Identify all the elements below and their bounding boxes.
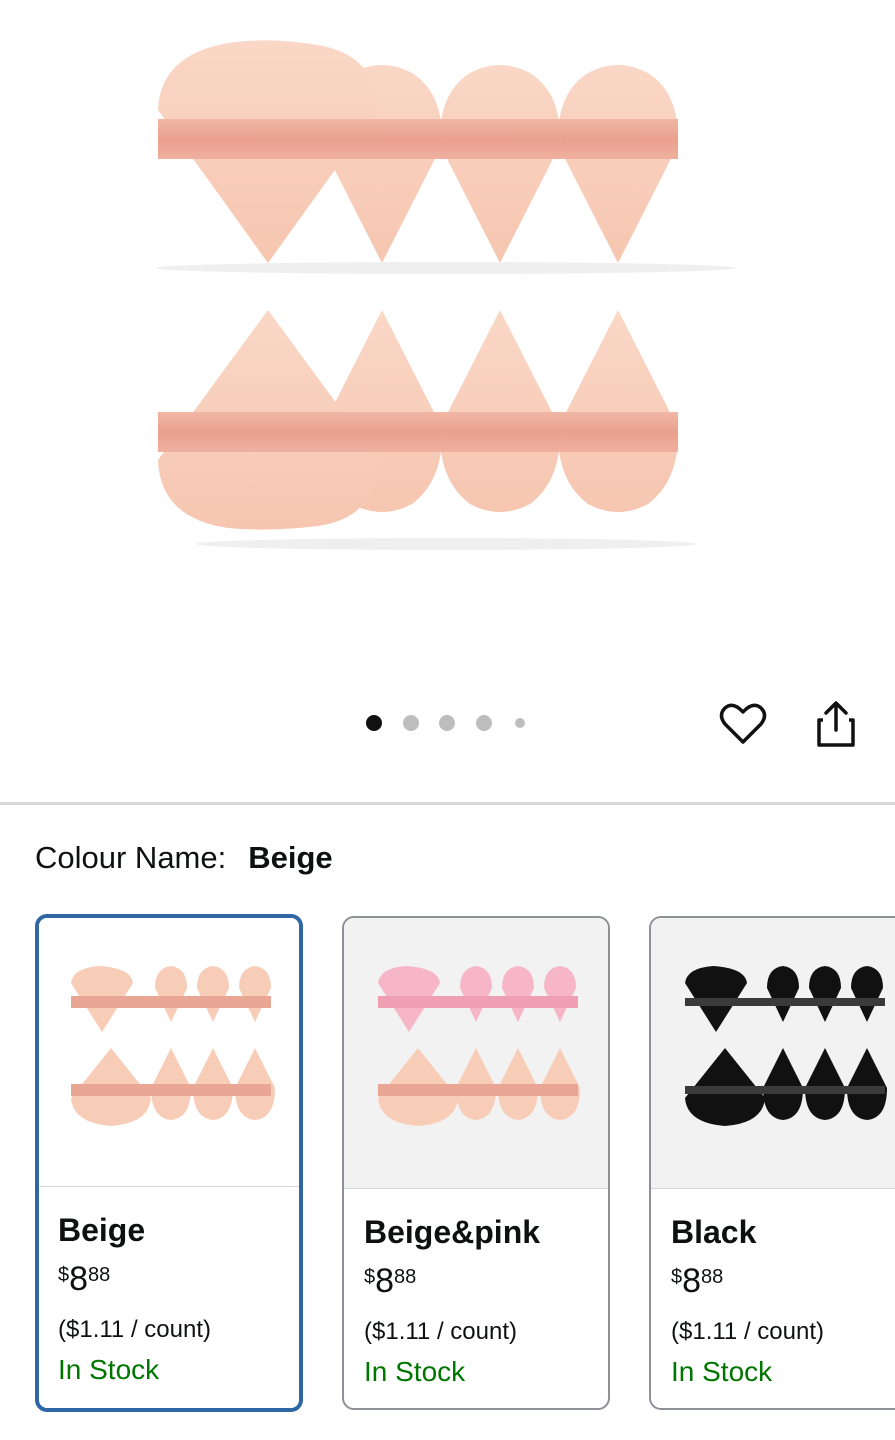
price-currency: $ xyxy=(671,1266,683,1288)
option-price: $888 xyxy=(58,1260,110,1299)
price-fraction: 88 xyxy=(394,1266,417,1288)
carousel-dot-1[interactable] xyxy=(366,715,382,731)
price-whole: 8 xyxy=(682,1262,702,1300)
colour-options-carousel[interactable]: Beige $888 ($1.11 / count) In Stock Beig… xyxy=(0,914,895,1414)
section-divider xyxy=(0,802,895,805)
variation-selected-value: Beige xyxy=(248,840,333,875)
carousel-dot-3[interactable] xyxy=(439,715,455,731)
option-unit-price: ($1.11 / count) xyxy=(364,1318,517,1345)
option-unit-price: ($1.11 / count) xyxy=(671,1318,824,1345)
option-availability: In Stock xyxy=(671,1356,773,1387)
bottom-row-puffs xyxy=(158,310,696,550)
share-icon xyxy=(817,701,855,747)
carousel-dot-2[interactable] xyxy=(403,715,419,731)
option-availability: In Stock xyxy=(58,1354,160,1385)
option-price: $888 xyxy=(671,1262,723,1301)
option-price: $888 xyxy=(364,1262,416,1301)
share-button[interactable] xyxy=(810,698,862,750)
option-name: Beige xyxy=(58,1212,146,1248)
option-thumbnail xyxy=(39,918,299,1187)
powder-puff-illustration xyxy=(156,40,736,550)
price-fraction: 88 xyxy=(701,1266,724,1288)
variation-header: Colour Name: Beige xyxy=(35,838,333,878)
colour-option-beige-pink[interactable]: Beige&pink $888 ($1.11 / count) In Stock xyxy=(342,916,610,1410)
variation-label: Colour Name: xyxy=(35,840,227,875)
option-name: Beige&pink xyxy=(364,1214,541,1250)
price-whole: 8 xyxy=(375,1262,395,1300)
carousel-dot-4[interactable] xyxy=(476,715,492,731)
colour-option-beige[interactable]: Beige $888 ($1.11 / count) In Stock xyxy=(35,914,303,1412)
add-to-list-button[interactable] xyxy=(717,698,769,750)
product-image[interactable] xyxy=(0,0,895,680)
option-unit-price: ($1.11 / count) xyxy=(58,1316,211,1343)
top-row-puffs xyxy=(156,40,736,274)
price-whole: 8 xyxy=(69,1260,89,1298)
option-availability: In Stock xyxy=(364,1356,466,1387)
price-fraction: 88 xyxy=(88,1264,111,1286)
price-currency: $ xyxy=(364,1266,376,1288)
price-currency: $ xyxy=(58,1264,70,1286)
heart-outline-icon xyxy=(719,703,767,744)
option-thumbnail xyxy=(344,918,608,1189)
option-thumbnail xyxy=(651,918,895,1189)
option-name: Black xyxy=(671,1214,757,1250)
colour-option-black[interactable]: Black $888 ($1.11 / count) In Stock xyxy=(649,916,895,1410)
carousel-dot-5[interactable] xyxy=(515,718,525,728)
